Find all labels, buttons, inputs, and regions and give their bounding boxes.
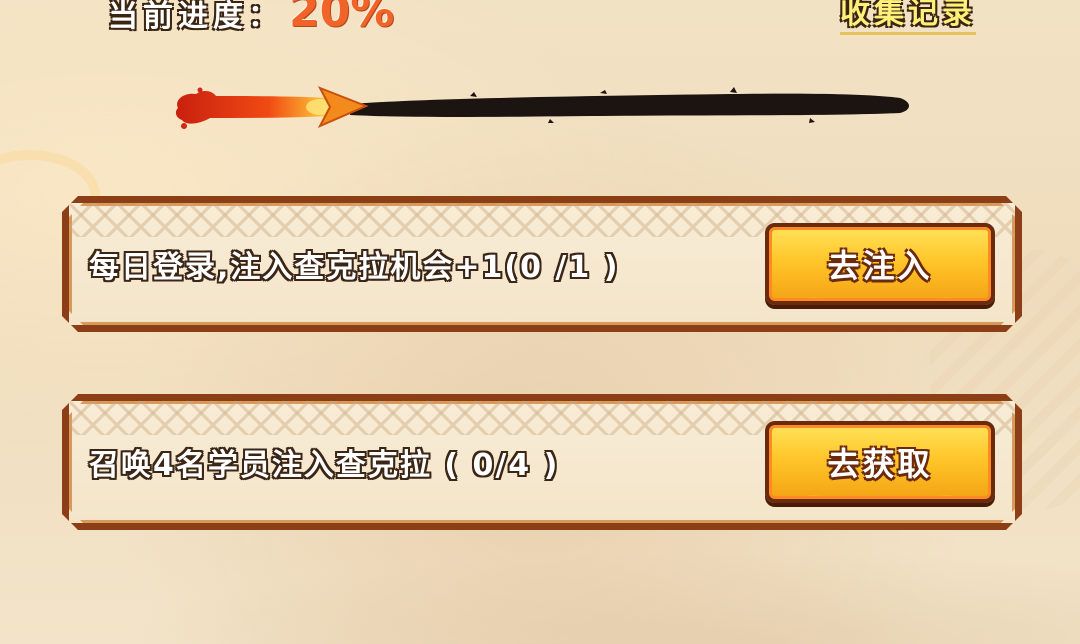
ink-track bbox=[350, 93, 909, 117]
fire-fill bbox=[175, 87, 334, 129]
progress-header: 当前进度： 20% bbox=[108, 0, 394, 37]
progress-bar bbox=[170, 82, 910, 132]
obtain-button-label: 去获取 bbox=[827, 445, 933, 483]
inject-button[interactable]: 去注入 bbox=[765, 223, 995, 305]
progress-value: 20% bbox=[289, 0, 395, 37]
task-card-daily-login: 每日登录,注入查克拉机会+1(0 /1 ) 去注入 bbox=[62, 196, 1022, 332]
progress-label: 当前进度： bbox=[108, 0, 283, 34]
collect-record-link[interactable]: 收集记录 bbox=[840, 0, 976, 35]
progress-bar-graphic bbox=[175, 86, 909, 129]
task-card-summon-students: 召唤4名学员注入查克拉 ( 0/4 ) 去获取 bbox=[62, 394, 1022, 530]
task-description: 召唤4名学员注入查克拉 ( 0/4 ) bbox=[89, 448, 560, 483]
inject-button-label: 去注入 bbox=[827, 247, 933, 285]
background-mountain bbox=[0, 534, 1080, 644]
task-description: 每日登录,注入查克拉机会+1(0 /1 ) bbox=[89, 250, 620, 285]
obtain-button[interactable]: 去获取 bbox=[765, 421, 995, 503]
